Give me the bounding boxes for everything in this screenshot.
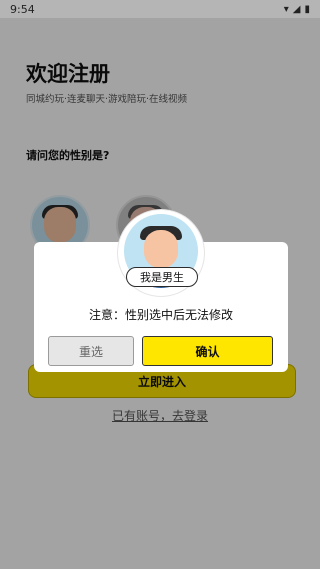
confirm-button[interactable]: 确认 <box>142 336 273 366</box>
reselect-button[interactable]: 重选 <box>48 336 134 366</box>
dialog-note: 注意：性别选中后无法修改 <box>88 308 233 322</box>
signal-icon: ◢ <box>292 3 301 15</box>
boy-tag: 我是男生 <box>126 267 198 287</box>
status-time: 9:54 <box>10 2 35 16</box>
status-icons: ▾ ◢ ▮ <box>284 4 310 15</box>
status-bar: 9:54 ▾ ◢ ▮ <box>0 0 320 18</box>
face-icon <box>144 230 178 268</box>
wifi-icon: ▾ <box>283 3 289 15</box>
battery-icon: ▮ <box>304 3 310 15</box>
